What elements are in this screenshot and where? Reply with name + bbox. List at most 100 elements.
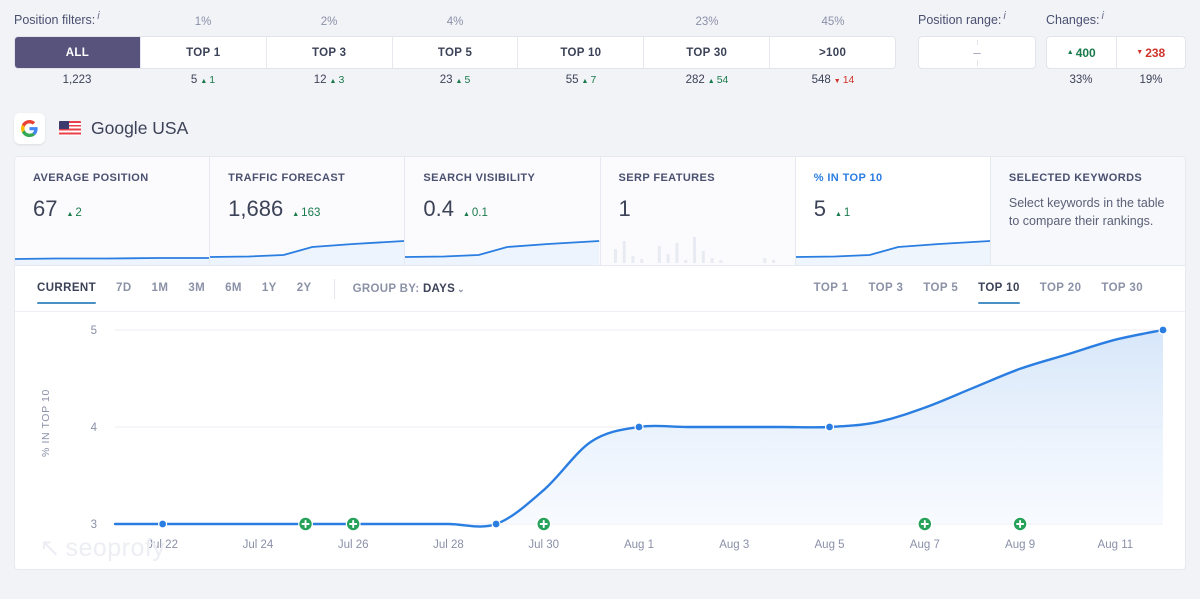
metric-card-search-visibility[interactable]: SEARCH VISIBILITY0.40.1 — [404, 157, 599, 265]
x-axis-tick-jul-22: Jul 22 — [147, 539, 178, 551]
filter-count-top-1: 51 — [140, 74, 266, 86]
metric-card-title: % IN TOP 10 — [814, 172, 990, 184]
count-value: 5 — [191, 74, 197, 86]
filter-percent-top-3: 2% — [266, 16, 392, 28]
x-axis-tick-jul-30: Jul 30 — [528, 539, 559, 551]
filter-tab-all[interactable]: ALL — [15, 37, 140, 68]
period-tab-3m[interactable]: 3M — [188, 269, 205, 308]
filter-tab-top-10[interactable]: TOP 10 — [517, 37, 643, 68]
top-tab-top-5[interactable]: TOP 5 — [923, 269, 958, 308]
filter-count--100: 54814 — [770, 74, 896, 86]
position-range-input[interactable]: – — [918, 36, 1036, 69]
count-delta: 14 — [834, 74, 855, 86]
control-divider — [334, 279, 335, 299]
metric-card-sparkline — [601, 219, 795, 265]
filter-count-top-30: 28254 — [644, 74, 770, 86]
x-axis-tick-jul-28: Jul 28 — [433, 539, 464, 551]
changes-filter[interactable]: 400238 — [1046, 36, 1186, 69]
metric-cards: AVERAGE POSITION672TRAFFIC FORECAST1,686… — [14, 156, 1186, 266]
usa-flag-icon — [59, 121, 81, 136]
changes-up-button[interactable]: 400 — [1047, 37, 1116, 68]
period-tabs[interactable]: CURRENT 7D 1M 3M 6M 1Y 2Y — [37, 269, 332, 308]
filter-tab--100[interactable]: >100 — [769, 37, 895, 68]
period-tab-1y[interactable]: 1Y — [262, 269, 277, 308]
metric-card-traffic-forecast[interactable]: TRAFFIC FORECAST1,686163 — [209, 157, 404, 265]
count-value: 548 — [812, 74, 831, 86]
period-tab-current[interactable]: CURRENT — [37, 269, 96, 308]
metric-card-delta: 163 — [292, 207, 320, 219]
position-range-label: Position range:i — [918, 10, 1006, 27]
period-tab-7d[interactable]: 7D — [116, 269, 132, 308]
filter-percent-top-30: 23% — [644, 16, 770, 28]
top-tab-top-30[interactable]: TOP 30 — [1101, 269, 1143, 308]
metric-card-title: SERP FEATURES — [619, 172, 795, 184]
group-by-label: GROUP BY: — [353, 283, 420, 295]
metric-card-title: SEARCH VISIBILITY — [423, 172, 599, 184]
filter-tab-top-1[interactable]: TOP 1 — [140, 37, 266, 68]
metric-card-average-position[interactable]: AVERAGE POSITION672 — [15, 157, 209, 265]
metric-card-title: AVERAGE POSITION — [33, 172, 209, 184]
changes-percent-row: 33%19% — [1046, 74, 1186, 86]
position-filter-tabs[interactable]: ALLTOP 1TOP 3TOP 5TOP 10TOP 30>100 — [14, 36, 896, 69]
top-tab-top-1[interactable]: TOP 1 — [814, 269, 849, 308]
rankings-area-chart[interactable]: 345% IN TOP 10Jul 22Jul 24Jul 26Jul 28Ju… — [15, 312, 1187, 568]
filter-count-top-10: 557 — [518, 74, 644, 86]
count-delta: 7 — [582, 74, 597, 86]
count-value: 1,223 — [63, 74, 92, 86]
period-tab-6m[interactable]: 6M — [225, 269, 242, 308]
count-value: 55 — [566, 74, 579, 86]
data-point-aug-5[interactable] — [826, 424, 833, 431]
changes-down-button[interactable]: 238 — [1116, 37, 1186, 68]
filter-tab-top-5[interactable]: TOP 5 — [392, 37, 518, 68]
top-range-tabs[interactable]: TOP 1 TOP 3 TOP 5 TOP 10 TOP 20 TOP 30 — [814, 269, 1163, 308]
chevron-down-icon[interactable]: ⌄ — [457, 284, 465, 294]
y-axis-title: % IN TOP 10 — [40, 389, 52, 457]
data-point-aug-12[interactable] — [1160, 327, 1167, 334]
count-delta: 5 — [456, 74, 471, 86]
y-axis-tick-4: 4 — [91, 422, 98, 434]
x-axis-tick-jul-26: Jul 26 — [338, 539, 369, 551]
filter-count-top-3: 123 — [266, 74, 392, 86]
period-tab-1m[interactable]: 1M — [152, 269, 169, 308]
metric-card-sparkline — [796, 219, 990, 265]
metric-card-in-top-10[interactable]: % IN TOP 1051 — [795, 157, 990, 265]
metric-card-title: SELECTED KEYWORDS — [1009, 172, 1185, 184]
filter-count-row: 1,223511232355572825454814 — [14, 74, 896, 90]
group-by-selector[interactable]: GROUP BY: DAYS⌄ — [353, 283, 465, 295]
changes-up-percent: 33% — [1046, 74, 1116, 86]
count-delta: 1 — [200, 74, 215, 86]
data-point-jul-29[interactable] — [493, 521, 500, 528]
y-axis-tick-3: 3 — [91, 519, 97, 531]
data-point-jul-22[interactable] — [159, 521, 166, 528]
filter-tab-top-30[interactable]: TOP 30 — [643, 37, 769, 68]
event-marker-aug-9[interactable] — [1013, 517, 1028, 532]
top-tab-top-10[interactable]: TOP 10 — [978, 269, 1020, 308]
top-tab-top-20[interactable]: TOP 20 — [1040, 269, 1082, 308]
group-by-value: DAYS — [423, 283, 455, 295]
changes-info-icon[interactable]: i — [1102, 10, 1104, 22]
filter-tab-top-3[interactable]: TOP 3 — [266, 37, 392, 68]
event-marker-jul-30[interactable] — [536, 517, 551, 532]
filter-percent-row: 1%2%4%23%45% — [14, 16, 896, 30]
position-range-text: Position range: — [918, 13, 1001, 27]
top-tab-top-3[interactable]: TOP 3 — [868, 269, 903, 308]
count-value: 282 — [686, 74, 705, 86]
x-axis-tick-aug-11: Aug 11 — [1098, 539, 1134, 551]
y-axis-tick-5: 5 — [91, 325, 97, 337]
x-axis-tick-aug-9: Aug 9 — [1005, 539, 1035, 551]
data-point-aug-1[interactable] — [636, 424, 643, 431]
filter-count-all: 1,223 — [14, 74, 140, 86]
metric-card-note: Select keywords in the table to compare … — [1009, 194, 1185, 230]
filter-percent--100: 45% — [770, 16, 896, 28]
period-tab-2y[interactable]: 2Y — [297, 269, 312, 308]
metric-card-sparkline — [210, 219, 404, 265]
event-marker-jul-26[interactable] — [346, 517, 361, 532]
event-marker-aug-7[interactable] — [917, 517, 932, 532]
x-axis-tick-aug-5: Aug 5 — [815, 539, 845, 551]
position-range-info-icon[interactable]: i — [1003, 10, 1005, 22]
event-marker-jul-25[interactable] — [298, 517, 313, 532]
metric-card-sparkline — [15, 219, 209, 265]
search-engine-name: Google USA — [91, 118, 188, 139]
x-axis-tick-aug-1: Aug 1 — [624, 539, 654, 551]
metric-card-serp-features[interactable]: SERP FEATURES1 — [600, 157, 795, 265]
